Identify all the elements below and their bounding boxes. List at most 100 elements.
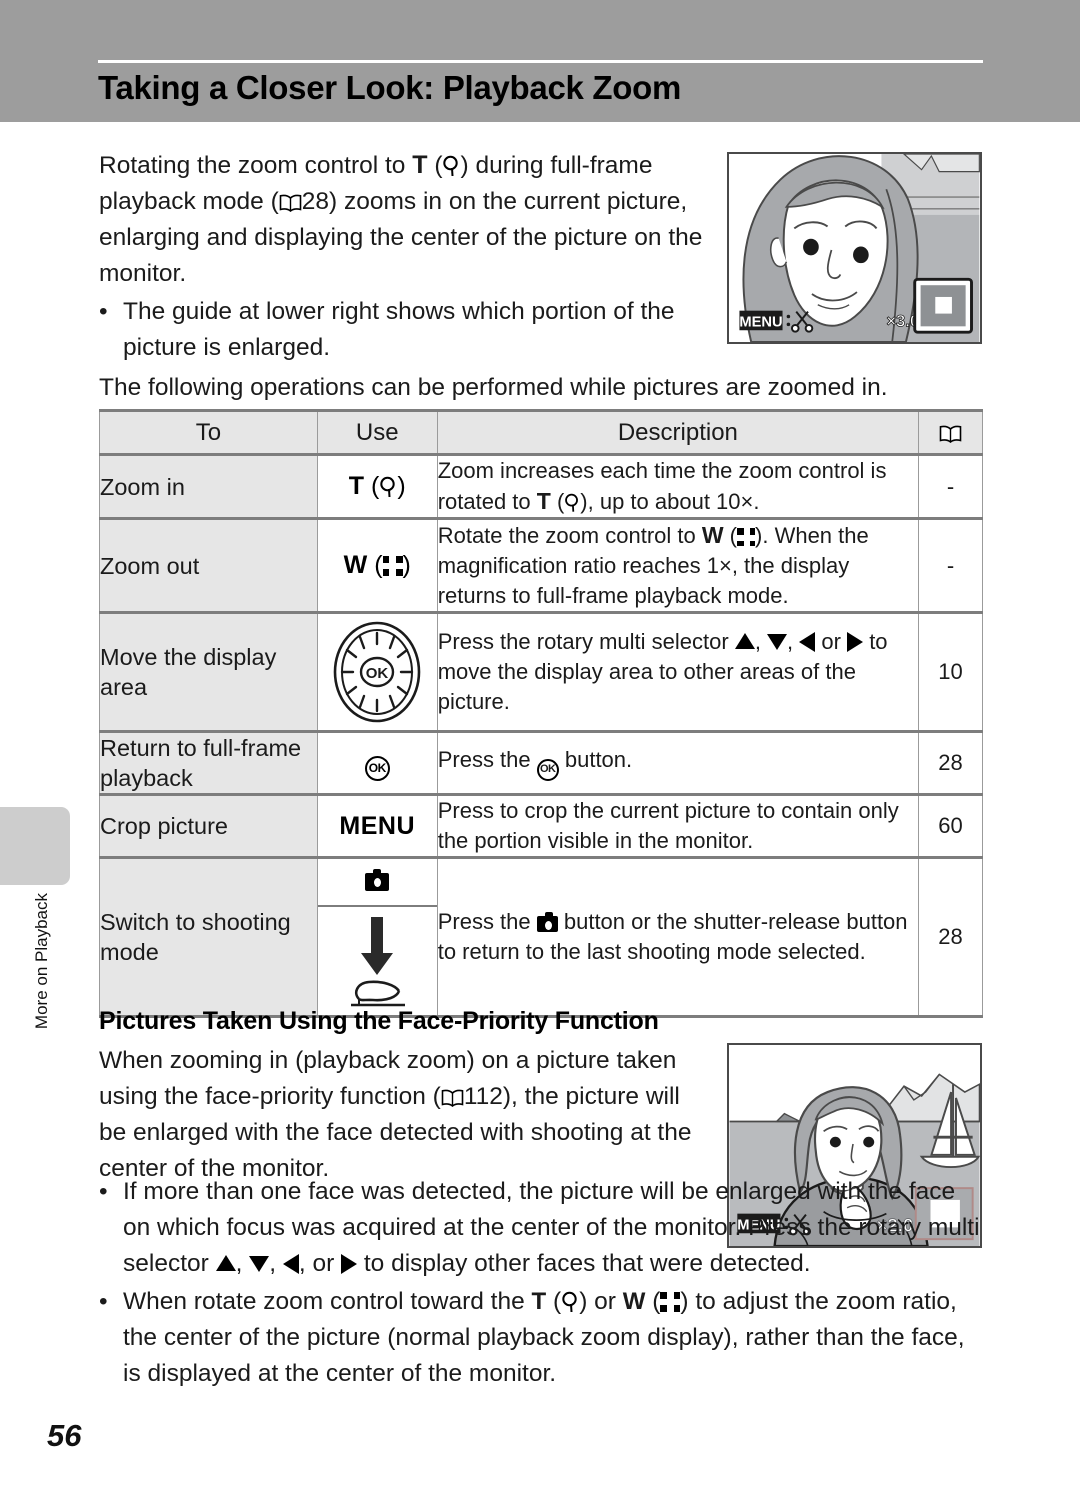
svg-text:MENU: MENU <box>739 314 782 330</box>
arrow-left-icon <box>282 1254 299 1274</box>
ok-button-icon: OK <box>536 759 559 781</box>
desc-text-c: , <box>787 629 800 654</box>
table-row-return-full-frame: Return to full-frame playback OK Press t… <box>99 730 983 795</box>
book-icon <box>279 194 302 212</box>
row-use-switch-shooting-mode <box>316 856 438 1018</box>
row-label-move-display-area: Move the display area <box>99 611 318 732</box>
intro-paragraph: Rotating the zoom control to T ( ) durin… <box>99 147 709 292</box>
b1-text-d: , or <box>298 1250 342 1277</box>
row-label-switch-shooting-mode: Switch to shooting mode <box>99 856 318 1018</box>
arrow-right-icon <box>341 1254 358 1274</box>
row-desc-switch-shooting-mode: Press the button or the shutter-release … <box>436 856 920 1018</box>
desc-text-a: Rotate the zoom control to <box>437 523 702 548</box>
side-tab-marker <box>0 807 70 885</box>
b2-text-b: ( <box>546 1288 562 1315</box>
section-heading-face-priority: Pictures Taken Using the Face-Priority F… <box>99 1007 659 1035</box>
desc-text-a: Press the <box>437 747 537 772</box>
paren-open: ( <box>374 551 383 579</box>
table-row-zoom-out: Zoom out W () Rotate the zoom control to… <box>99 517 983 613</box>
section-body-ref-112: 112 <box>463 1083 503 1110</box>
zoom-T-label: T <box>536 488 551 514</box>
b2-text-d: ( <box>645 1288 661 1315</box>
row-use-move-display-area: OK <box>316 611 438 732</box>
operations-table: To Use Description Zoom in T () Zoom in… <box>99 409 983 1018</box>
menu-button-icon: MENU <box>339 811 416 840</box>
arrow-down-icon <box>767 634 788 650</box>
table-row-move-display-area: Move the display area OK Press the rotar… <box>99 611 983 732</box>
row-label-zoom-in: Zoom in <box>99 454 318 519</box>
row-ref-return-full-frame: 28 <box>918 730 983 795</box>
desc-text-b: ( <box>723 523 738 548</box>
row-label-crop-picture: Crop picture <box>99 793 318 858</box>
magnifier-icon <box>379 476 397 498</box>
arrow-left-icon <box>799 632 816 652</box>
row-desc-crop-picture: Press to crop the current picture to con… <box>436 793 920 858</box>
monitor-illustration-zoomed-face: MENU ×3.0 <box>727 152 982 344</box>
zoom-T-label: T <box>531 1288 547 1315</box>
column-header-to: To <box>99 409 318 456</box>
magnifier-icon <box>561 1291 579 1313</box>
row-ref-zoom-in: - <box>918 454 983 519</box>
section2-bullet-2-text: When rotate zoom control toward the T ( … <box>123 1284 989 1392</box>
intro-ref-28: 28 <box>301 188 330 215</box>
row-label-return-full-frame: Return to full-frame playback <box>99 730 318 795</box>
intro-text-a: Rotating the zoom control to <box>99 152 413 179</box>
row-label-zoom-out: Zoom out <box>99 517 318 613</box>
monitor1-zoom-guide <box>913 277 973 334</box>
b2-text-a: When rotate zoom control toward the <box>123 1288 532 1315</box>
manual-page: Taking a Closer Look: Playback Zoom More… <box>0 0 1080 1486</box>
intro-block: Rotating the zoom control to T ( ) durin… <box>99 147 709 366</box>
table-row-switch-shooting-mode: Switch to shooting mode Press the button… <box>99 856 983 1018</box>
row-ref-zoom-out: - <box>918 517 983 613</box>
magnifier-icon <box>442 155 460 177</box>
page-title: Taking a Closer Look: Playback Zoom <box>98 69 682 106</box>
rotary-multi-selector-icon: OK <box>318 614 437 730</box>
paren-close: ) <box>402 551 411 579</box>
row-desc-zoom-out: Rotate the zoom control to W (). When th… <box>436 517 920 613</box>
zoom-W-label: W <box>343 551 368 579</box>
zoom-W-label: W <box>701 522 724 548</box>
book-icon <box>441 1089 464 1107</box>
book-icon <box>939 425 962 443</box>
monitor1-graphic: MENU ×3.0 <box>729 154 980 342</box>
section2-bullet-1: • If more than one face was detected, th… <box>99 1174 989 1282</box>
bullet-dot: • <box>99 1178 108 1205</box>
header-rule <box>98 60 983 63</box>
row-use-zoom-in: T ( ) <box>316 454 438 519</box>
section2-bullet-2: • When rotate zoom control toward the T … <box>99 1284 989 1392</box>
row-desc-return-full-frame: Press the OK button. <box>436 730 920 795</box>
b1-text-b: , <box>235 1250 250 1277</box>
paren-open: ( <box>371 472 380 500</box>
column-header-description: Description <box>436 409 920 456</box>
shutter-release-icon <box>318 907 437 1015</box>
desc-text-d: or <box>815 629 848 654</box>
page-number: 56 <box>47 1418 82 1453</box>
intro-bullet: • The guide at lower right shows which p… <box>99 294 709 366</box>
column-header-use: Use <box>316 409 438 456</box>
side-tab-label: More on Playback <box>32 893 51 1030</box>
row-use-zoom-out: W () <box>316 517 438 613</box>
magnifier-icon <box>564 493 580 513</box>
row-use-return-full-frame: OK <box>316 730 438 795</box>
table-row-zoom-in: Zoom in T ( ) Zoom increases each time t… <box>99 454 983 519</box>
desc-text-b: , <box>754 629 768 654</box>
zoom-T-label: T <box>348 472 365 500</box>
thumbnail-icon <box>737 528 758 548</box>
section-body-face-priority: When zooming in (playback zoom) on a pic… <box>99 1043 704 1187</box>
arrow-up-icon <box>734 633 755 649</box>
zoom-W-label: W <box>622 1288 646 1315</box>
arrow-up-icon <box>215 1255 236 1271</box>
row-ref-switch-shooting-mode: 28 <box>918 856 983 1018</box>
desc-text-a: Press the <box>437 909 537 934</box>
desc-text-b: button. <box>558 747 633 772</box>
bullet-dot: • <box>99 298 108 325</box>
ok-button-icon: OK <box>364 756 390 781</box>
b2-text-c: ) or <box>579 1288 623 1315</box>
camera-icon <box>317 859 437 907</box>
svg-text:OK: OK <box>366 665 389 682</box>
desc-text-b: ( <box>550 489 565 514</box>
page-header-band: Taking a Closer Look: Playback Zoom <box>0 0 1080 122</box>
arrow-down-icon <box>249 1256 270 1272</box>
thumbnail-icon <box>382 556 403 576</box>
table-row-crop-picture: Crop picture MENU Press to crop the curr… <box>99 793 983 858</box>
